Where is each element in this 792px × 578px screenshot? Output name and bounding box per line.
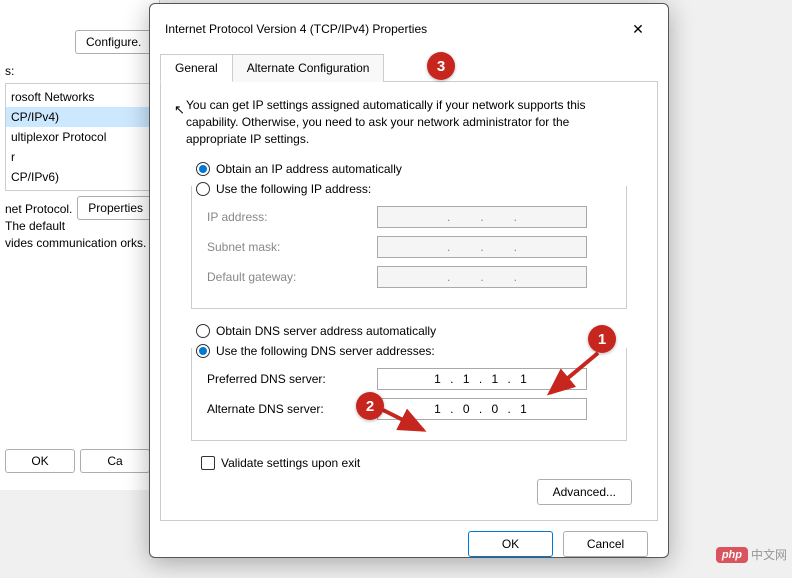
subnet-label: Subnet mask: (207, 240, 377, 254)
network-items-list[interactable]: rosoft Networks CP/IPv4) ultiplexor Prot… (5, 83, 154, 191)
background-buttons: OK Ca (0, 449, 150, 473)
ip-address-input: ... (377, 206, 587, 228)
subnet-input: ... (377, 236, 587, 258)
tabs: General Alternate Configuration (160, 54, 658, 82)
list-item[interactable]: CP/IPv4) (6, 107, 153, 127)
connections-label: s: (5, 64, 154, 78)
list-item[interactable]: r (6, 147, 153, 167)
titlebar: Internet Protocol Version 4 (TCP/IPv4) P… (150, 4, 668, 54)
radio-icon (196, 162, 210, 176)
checkbox-icon (201, 456, 215, 470)
validate-label: Validate settings upon exit (221, 456, 360, 470)
tab-content: ↖ You can get IP settings assigned autom… (160, 81, 658, 521)
list-item[interactable]: CP/IPv6) (6, 167, 153, 187)
watermark-text: 中文网 (751, 546, 787, 563)
preferred-dns-row: Preferred DNS server: 1 . 1 . 1 . 1 (207, 368, 611, 390)
ip-address-row: IP address: ... (207, 206, 611, 228)
alternate-dns-row: Alternate DNS server: 1 . 0 . 0 . 1 (207, 398, 611, 420)
gateway-label: Default gateway: (207, 270, 377, 284)
ok-button[interactable]: OK (468, 531, 553, 557)
dialog-buttons: OK Cancel (150, 531, 668, 572)
description-text: You can get IP settings assigned automat… (181, 97, 637, 147)
radio-ip-auto[interactable]: Obtain an IP address automatically (196, 162, 622, 176)
validate-checkbox-row[interactable]: Validate settings upon exit (201, 456, 617, 470)
watermark-badge: php (716, 547, 748, 563)
close-button[interactable]: ✕ (623, 14, 653, 44)
gateway-row: Default gateway: ... (207, 266, 611, 288)
radio-dns-auto[interactable]: Obtain DNS server address automatically (196, 324, 622, 338)
radio-label: Obtain an IP address automatically (216, 162, 402, 176)
advanced-button[interactable]: Advanced... (537, 479, 632, 505)
annotation-1: 1 (588, 325, 616, 353)
list-item[interactable]: ultiplexor Protocol (6, 127, 153, 147)
gateway-input: ... (377, 266, 587, 288)
bg-ok-button[interactable]: OK (5, 449, 75, 473)
radio-icon (196, 324, 210, 338)
preferred-dns-input[interactable]: 1 . 1 . 1 . 1 (377, 368, 587, 390)
list-item[interactable]: rosoft Networks (6, 87, 153, 107)
annotation-3: 3 (427, 52, 455, 80)
watermark: php 中文网 (716, 546, 787, 563)
ipv4-properties-dialog: Internet Protocol Version 4 (TCP/IPv4) P… (149, 3, 669, 558)
configure-button[interactable]: Configure. (75, 30, 152, 54)
subnet-row: Subnet mask: ... (207, 236, 611, 258)
radio-label: Obtain DNS server address automatically (216, 324, 436, 338)
background-window: Configure. s: rosoft Networks CP/IPv4) u… (0, 0, 160, 490)
bg-cancel-button[interactable]: Ca (80, 449, 150, 473)
tab-general[interactable]: General (160, 54, 233, 82)
dns-fieldset: Preferred DNS server: 1 . 1 . 1 . 1 Alte… (191, 348, 627, 441)
preferred-dns-label: Preferred DNS server: (207, 372, 377, 386)
alternate-dns-input[interactable]: 1 . 0 . 0 . 1 (377, 398, 587, 420)
ip-fieldset: IP address: ... Subnet mask: ... Default… (191, 186, 627, 309)
alternate-dns-label: Alternate DNS server: (207, 402, 377, 416)
cancel-button[interactable]: Cancel (563, 531, 648, 557)
cursor-icon: ↖ (174, 102, 185, 118)
annotation-2: 2 (356, 392, 384, 420)
tab-alternate[interactable]: Alternate Configuration (233, 54, 385, 82)
properties-button[interactable]: Properties (77, 196, 154, 220)
dialog-title: Internet Protocol Version 4 (TCP/IPv4) P… (165, 22, 427, 36)
ip-address-label: IP address: (207, 210, 377, 224)
